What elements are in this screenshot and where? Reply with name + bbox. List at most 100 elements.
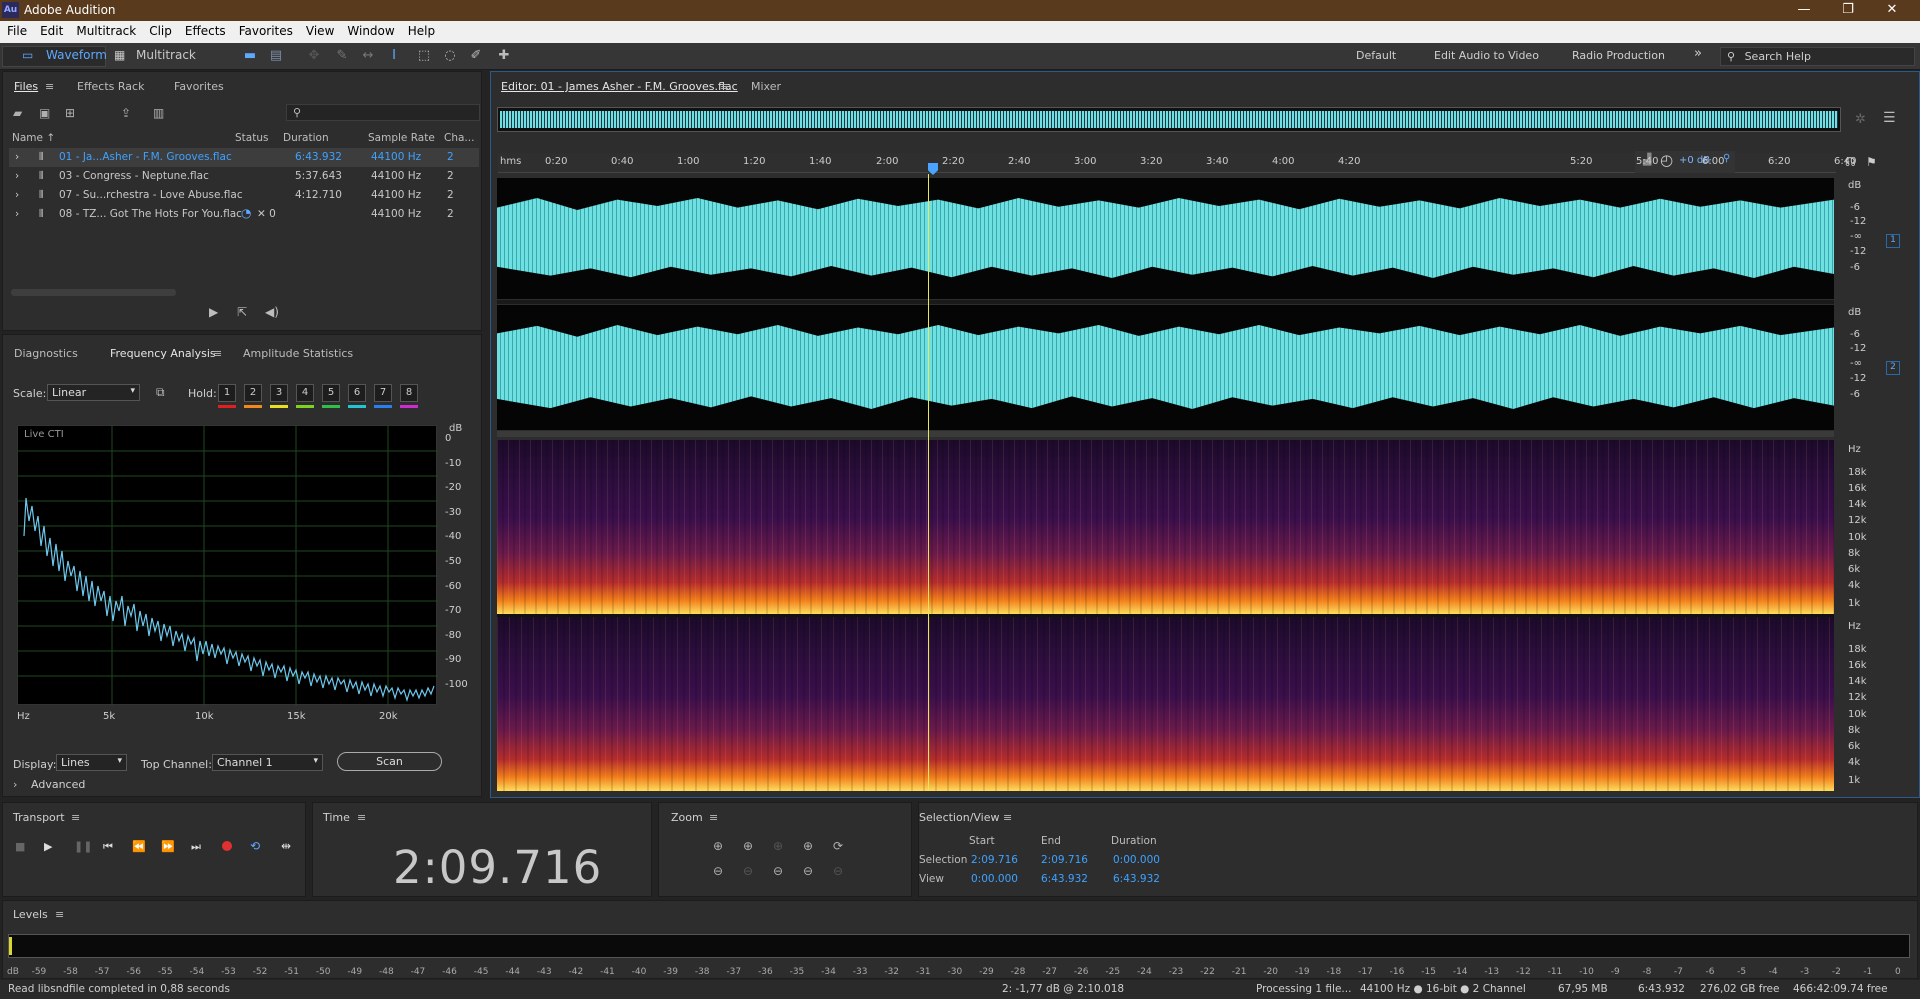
tab-effects-rack[interactable]: Effects Rack: [77, 80, 144, 93]
tab-frequency-analysis[interactable]: Frequency Analysis: [110, 347, 216, 360]
time-selection-tool-icon[interactable]: I: [384, 48, 404, 66]
tab-mixer[interactable]: Mixer: [751, 80, 781, 93]
channel-menu-icon[interactable]: ☰: [1883, 110, 1896, 126]
multitrack-button[interactable]: Multitrack: [136, 48, 196, 66]
panel-menu-icon[interactable]: ≡: [71, 811, 80, 824]
marquee-tool-icon[interactable]: ⬚: [414, 48, 434, 66]
delete-icon[interactable]: ▥: [153, 106, 164, 120]
move-tool-icon[interactable]: ✥: [304, 48, 324, 66]
skip-forward-icon[interactable]: ⏭: [191, 840, 201, 854]
selection-start[interactable]: 2:09.716: [971, 854, 1018, 866]
zoom-in-left-icon[interactable]: ⊕: [803, 839, 813, 853]
scale-dropdown[interactable]: Linear ▾: [47, 384, 140, 401]
waveform-channel-1[interactable]: [497, 178, 1834, 299]
file-row[interactable]: › ⫴ 01 - Ja...Asher - F.M. Grooves.flac …: [9, 148, 479, 167]
more-workspaces-button[interactable]: »: [1694, 46, 1702, 61]
channel-1-badge[interactable]: 1: [1886, 234, 1900, 248]
panel-menu-icon[interactable]: ≡: [1003, 811, 1012, 824]
workspace-edit-audio-to-video[interactable]: Edit Audio to Video: [1434, 49, 1539, 62]
menu-window[interactable]: Window: [340, 21, 400, 38]
time-ruler[interactable]: ▟ ◴ +0 dB ⚲ hms 0:20 0:40 1:00 1:20 1:40 2:00 2…: [498, 151, 1856, 173]
menu-view[interactable]: View: [299, 21, 340, 38]
fast-forward-icon[interactable]: ⏩: [161, 840, 175, 853]
play-icon[interactable]: ▶: [44, 840, 52, 853]
view-end[interactable]: 6:43.932: [1041, 873, 1088, 885]
tab-files[interactable]: Files: [14, 80, 38, 93]
maximize-button[interactable]: ❐: [1828, 1, 1868, 20]
lasso-tool-icon[interactable]: ◌: [440, 48, 460, 66]
spectral-channel-1[interactable]: [497, 440, 1834, 614]
volume-knob-icon[interactable]: ◴: [1660, 151, 1673, 169]
col-channels[interactable]: Cha...: [444, 132, 474, 144]
menu-clip[interactable]: Clip: [142, 21, 178, 38]
file-row[interactable]: › ⫴ 07 - Su...rchestra - Love Abuse.flac…: [9, 186, 479, 205]
display-dropdown[interactable]: Lines ▾: [56, 754, 127, 771]
col-duration[interactable]: Duration: [283, 132, 329, 144]
spot-healing-tool-icon[interactable]: ✚: [494, 48, 514, 66]
spectral-display-icon[interactable]: ▬: [240, 48, 260, 66]
open-file-icon[interactable]: ▰: [13, 106, 22, 120]
zoom-reset-icon[interactable]: ⊖: [833, 864, 843, 878]
hold-button-6[interactable]: 6: [348, 384, 366, 402]
tab-editor[interactable]: Editor: 01 - James Asher - F.M. Grooves.…: [501, 80, 738, 93]
zoom-in-selection-icon[interactable]: ⊕: [773, 839, 783, 853]
channel-2-badge[interactable]: 2: [1886, 361, 1900, 375]
menu-multitrack[interactable]: Multitrack: [69, 21, 142, 38]
panel-menu-icon[interactable]: ≡: [709, 811, 718, 824]
hold-button-8[interactable]: 8: [400, 384, 418, 402]
panel-menu-icon[interactable]: ≡: [720, 80, 729, 93]
tab-diagnostics[interactable]: Diagnostics: [14, 347, 78, 360]
chevron-right-icon[interactable]: ›: [15, 151, 19, 163]
loop-playback-icon[interactable]: ⇱: [237, 305, 247, 319]
spectral-channel-2[interactable]: [497, 617, 1834, 791]
razor-tool-icon[interactable]: ✎: [332, 48, 352, 66]
file-row[interactable]: › ⫴ 03 - Congress - Neptune.flac 5:37.64…: [9, 167, 479, 186]
frequency-graph[interactable]: Live CTI: [17, 425, 438, 706]
tab-amplitude-statistics[interactable]: Amplitude Statistics: [243, 347, 353, 360]
panel-menu-icon[interactable]: ≡: [357, 811, 366, 824]
advanced-toggle[interactable]: Advanced: [31, 778, 85, 791]
rewind-icon[interactable]: ⏪: [132, 840, 146, 853]
insert-into-multitrack-icon[interactable]: ⇪: [121, 106, 131, 120]
selection-duration[interactable]: 0:00.000: [1113, 854, 1160, 866]
zoom-out-right-icon[interactable]: ⊖: [803, 864, 813, 878]
import-file-icon[interactable]: ▣: [39, 106, 50, 120]
hold-button-1[interactable]: 1: [218, 384, 236, 402]
zoom-out-amplitude-icon[interactable]: ⊖: [713, 864, 723, 878]
col-sample-rate[interactable]: Sample Rate: [368, 132, 435, 144]
menu-edit[interactable]: Edit: [33, 21, 69, 38]
top-channel-dropdown[interactable]: Channel 1 ▾: [212, 754, 323, 771]
hold-button-5[interactable]: 5: [322, 384, 340, 402]
hold-button-7[interactable]: 7: [374, 384, 392, 402]
col-name[interactable]: Name ↑: [12, 132, 55, 144]
zoom-to-playhead-icon[interactable]: ⟳: [833, 839, 843, 853]
new-file-icon[interactable]: ⊞: [65, 106, 75, 120]
panel-menu-icon[interactable]: ≡: [45, 80, 54, 93]
hold-button-2[interactable]: 2: [244, 384, 262, 402]
zoom-out-time-icon[interactable]: ⊖: [743, 864, 753, 878]
hold-button-3[interactable]: 3: [270, 384, 288, 402]
search-help-input[interactable]: ⚲ Search Help: [1720, 47, 1915, 66]
display-splitter[interactable]: [497, 431, 1834, 437]
file-row[interactable]: › ⫴ 08 - TZ... Got The Hots For You.flac…: [9, 205, 479, 224]
zoom-in-time-icon[interactable]: ⊕: [743, 839, 753, 853]
headphones-icon[interactable]: ☊: [1845, 155, 1856, 169]
copy-icon[interactable]: ⧉: [156, 385, 165, 400]
pitch-display-icon[interactable]: ▤: [266, 48, 286, 66]
panel-menu-icon[interactable]: ≡: [213, 347, 222, 360]
record-icon[interactable]: [222, 841, 232, 851]
tab-favorites[interactable]: Favorites: [174, 80, 224, 93]
zoom-out-full-icon[interactable]: ⊖: [773, 864, 783, 878]
horizontal-scrollbar[interactable]: [11, 289, 176, 296]
panel-menu-icon[interactable]: ≡: [55, 908, 64, 921]
chevron-right-icon[interactable]: ›: [13, 778, 17, 791]
selection-end[interactable]: 2:09.716: [1041, 854, 1088, 866]
marker-icon[interactable]: ⚑: [1866, 155, 1877, 169]
menu-file[interactable]: File: [0, 21, 33, 38]
skip-selection-icon[interactable]: ⇹: [281, 839, 291, 853]
waveform-channel-2[interactable]: [497, 305, 1834, 430]
autoplay-icon[interactable]: ◀): [265, 305, 279, 319]
chevron-right-icon[interactable]: ›: [15, 208, 19, 220]
overview-bar[interactable]: [497, 107, 1841, 132]
play-icon[interactable]: ▶: [209, 305, 218, 319]
